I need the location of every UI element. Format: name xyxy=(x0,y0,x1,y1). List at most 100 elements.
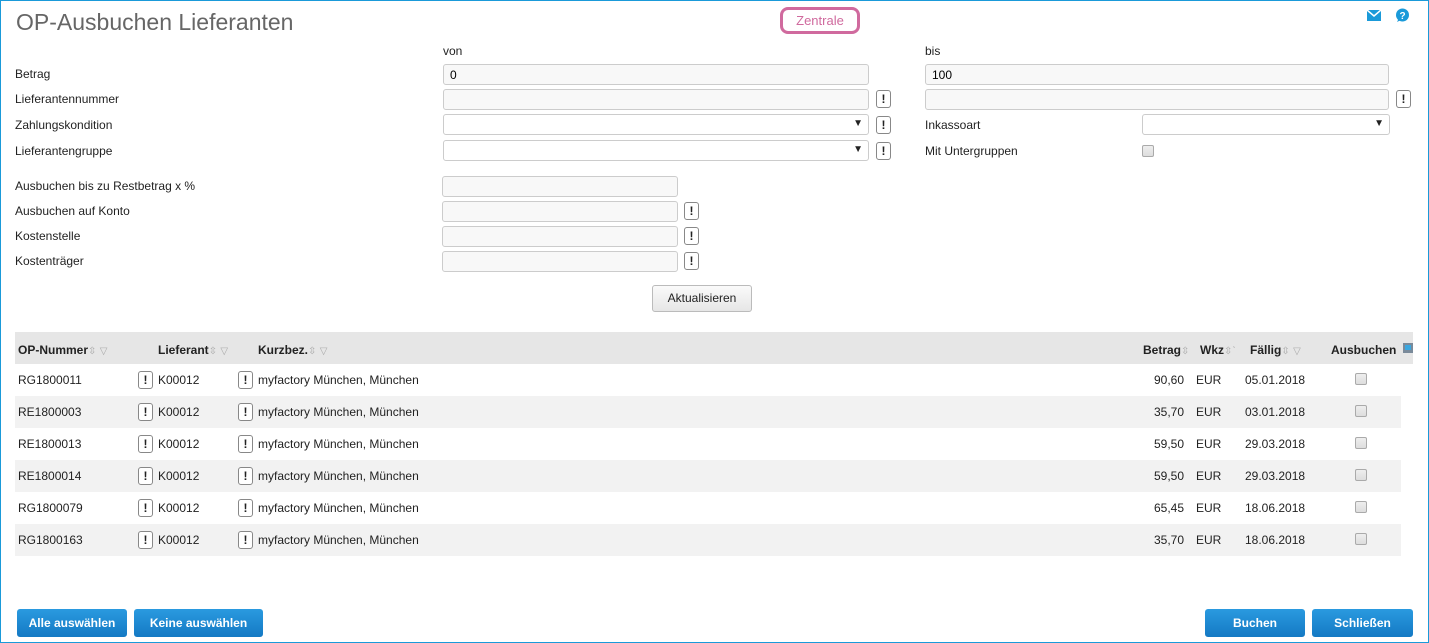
aktualisieren-button[interactable]: Aktualisieren xyxy=(652,285,752,312)
betrag-label: Betrag xyxy=(15,67,51,81)
kurzbez-cell: myfactory München, München xyxy=(258,469,419,483)
table-row: RE1800014 ! K00012 ! myfactory München, … xyxy=(15,460,1401,492)
faellig-cell: 05.01.2018 xyxy=(1245,373,1306,387)
betrag-cell: 90,60 xyxy=(1153,373,1184,387)
lieferant-lookup-button[interactable]: ! xyxy=(238,467,253,485)
kostentraeger-label: Kostenträger xyxy=(15,254,84,268)
betrag-von-input[interactable] xyxy=(443,64,869,85)
wkz-cell: EUR xyxy=(1196,405,1222,419)
column-header-lieferant[interactable]: Lieferant⇳ ▽ xyxy=(158,343,228,357)
kostentraeger-input[interactable] xyxy=(442,251,678,272)
filter-icon[interactable]: ▽ xyxy=(320,346,328,357)
kurzbez-cell: myfactory München, München xyxy=(258,373,419,387)
sort-icon[interactable]: ⇳ xyxy=(1181,346,1189,357)
op-lookup-button[interactable]: ! xyxy=(138,403,153,421)
wkz-cell: EUR xyxy=(1196,533,1222,547)
faellig-cell: 18.06.2018 xyxy=(1245,501,1306,515)
keine-auswaehlen-button[interactable]: Keine auswählen xyxy=(134,609,263,637)
column-header-faellig[interactable]: Fällig⇳ ▽ xyxy=(1250,343,1301,357)
op-nummer-cell[interactable]: RG1800011 xyxy=(18,373,82,387)
buchen-button[interactable]: Buchen xyxy=(1205,609,1305,637)
table-row: RE1800003 ! K00012 ! myfactory München, … xyxy=(15,396,1401,428)
page-title: OP-Ausbuchen Lieferanten xyxy=(16,9,294,35)
ausbuchen-checkbox[interactable] xyxy=(1355,437,1367,449)
lieferant-lookup-button[interactable]: ! xyxy=(238,499,253,517)
schliessen-button[interactable]: Schließen xyxy=(1312,609,1413,637)
ausbuchen-konto-lookup-button[interactable]: ! xyxy=(684,202,699,220)
lieferant-lookup-button[interactable]: ! xyxy=(238,403,253,421)
column-header-kurzbez[interactable]: Kurzbez.⇳ ▽ xyxy=(258,343,327,357)
op-nummer-cell[interactable]: RE1800013 xyxy=(18,437,81,451)
betrag-bis-input[interactable] xyxy=(925,64,1389,85)
column-header-op-nummer[interactable]: OP-Nummer⇳ ▽ xyxy=(18,343,107,357)
op-lookup-button[interactable]: ! xyxy=(138,435,153,453)
lieferantengruppe-lookup-button[interactable]: ! xyxy=(876,142,891,160)
ausbuchen-checkbox[interactable] xyxy=(1355,373,1367,385)
lieferant-cell: K00012 xyxy=(158,437,200,451)
faellig-cell: 29.03.2018 xyxy=(1245,437,1306,451)
lieferant-lookup-button[interactable]: ! xyxy=(238,371,253,389)
filter-icon[interactable]: ▽ xyxy=(220,346,228,357)
ausbuchen-checkbox[interactable] xyxy=(1355,533,1367,545)
lieferant-cell: K00012 xyxy=(158,373,200,387)
lieferant-lookup-button[interactable]: ! xyxy=(238,435,253,453)
op-nummer-cell[interactable]: RE1800014 xyxy=(18,469,81,483)
zahlungskondition-lookup-button[interactable]: ! xyxy=(876,116,891,134)
wkz-cell: EUR xyxy=(1196,501,1222,515)
op-nummer-cell[interactable]: RG1800079 xyxy=(18,501,83,515)
header-label: Lieferant xyxy=(158,343,209,357)
filter-icon[interactable]: ˋ xyxy=(1232,346,1235,357)
sort-icon[interactable]: ⇳ xyxy=(209,346,217,357)
lieferantennummer-von-lookup-button[interactable]: ! xyxy=(876,90,891,108)
lieferantennummer-von-input[interactable] xyxy=(443,89,869,110)
op-lookup-button[interactable]: ! xyxy=(138,467,153,485)
op-lookup-button[interactable]: ! xyxy=(138,499,153,517)
help-icon[interactable]: ? xyxy=(1395,8,1410,23)
betrag-cell: 65,45 xyxy=(1153,501,1184,515)
op-lookup-button[interactable]: ! xyxy=(138,371,153,389)
kostentraeger-lookup-button[interactable]: ! xyxy=(684,252,699,270)
lieferant-cell: K00012 xyxy=(158,405,200,419)
bis-label: bis xyxy=(925,44,941,58)
ausbuchen-checkbox[interactable] xyxy=(1355,501,1367,513)
ausbuchen-checkbox[interactable] xyxy=(1355,405,1367,417)
kostenstelle-lookup-button[interactable]: ! xyxy=(684,227,699,245)
zentrale-badge[interactable]: Zentrale xyxy=(780,7,860,34)
header-label: OP-Nummer xyxy=(18,343,89,357)
mit-untergruppen-checkbox[interactable] xyxy=(1142,145,1154,157)
lieferantennummer-label: Lieferantennummer xyxy=(15,92,120,106)
op-nummer-cell[interactable]: RE1800003 xyxy=(18,405,81,419)
kostenstelle-input[interactable] xyxy=(442,226,678,247)
inkassoart-label: Inkassoart xyxy=(925,118,981,132)
column-header-wkz[interactable]: Wkz⇳ˋ xyxy=(1200,343,1236,357)
sort-icon[interactable]: ⇳ xyxy=(1281,346,1289,357)
mit-untergruppen-label: Mit Untergruppen xyxy=(925,144,1018,158)
alle-auswaehlen-button[interactable]: Alle auswählen xyxy=(17,609,127,637)
kurzbez-cell: myfactory München, München xyxy=(258,405,419,419)
zahlungskondition-select[interactable] xyxy=(443,114,869,135)
lieferantengruppe-select[interactable] xyxy=(443,140,869,161)
inkassoart-select[interactable] xyxy=(1142,114,1390,135)
sort-icon[interactable]: ⇳ xyxy=(308,346,316,357)
ausbuchen-konto-input[interactable] xyxy=(442,201,678,222)
lieferantennummer-bis-lookup-button[interactable]: ! xyxy=(1396,90,1411,108)
mail-icon[interactable] xyxy=(1367,10,1381,21)
column-header-betrag[interactable]: Betrag⇳ xyxy=(1143,343,1189,357)
lieferantennummer-bis-input[interactable] xyxy=(925,89,1389,110)
export-icon[interactable] xyxy=(1403,343,1413,353)
sort-icon[interactable]: ⇳ xyxy=(88,346,96,357)
column-header-ausbuchen[interactable]: Ausbuchen xyxy=(1331,343,1396,357)
lieferant-lookup-button[interactable]: ! xyxy=(238,531,253,549)
ausbuchen-bis-input[interactable] xyxy=(442,176,678,197)
betrag-cell: 59,50 xyxy=(1153,469,1184,483)
ausbuchen-checkbox[interactable] xyxy=(1355,469,1367,481)
op-lookup-button[interactable]: ! xyxy=(138,531,153,549)
op-nummer-cell[interactable]: RG1800163 xyxy=(18,533,83,547)
von-label: von xyxy=(443,44,463,58)
kurzbez-cell: myfactory München, München xyxy=(258,533,419,547)
betrag-cell: 35,70 xyxy=(1153,405,1184,419)
filter-icon[interactable]: ▽ xyxy=(1293,346,1301,357)
filter-icon[interactable]: ▽ xyxy=(100,346,108,357)
table-row: RE1800013 ! K00012 ! myfactory München, … xyxy=(15,428,1401,460)
ausbuchen-bis-label: Ausbuchen bis zu Restbetrag x % xyxy=(15,179,196,193)
